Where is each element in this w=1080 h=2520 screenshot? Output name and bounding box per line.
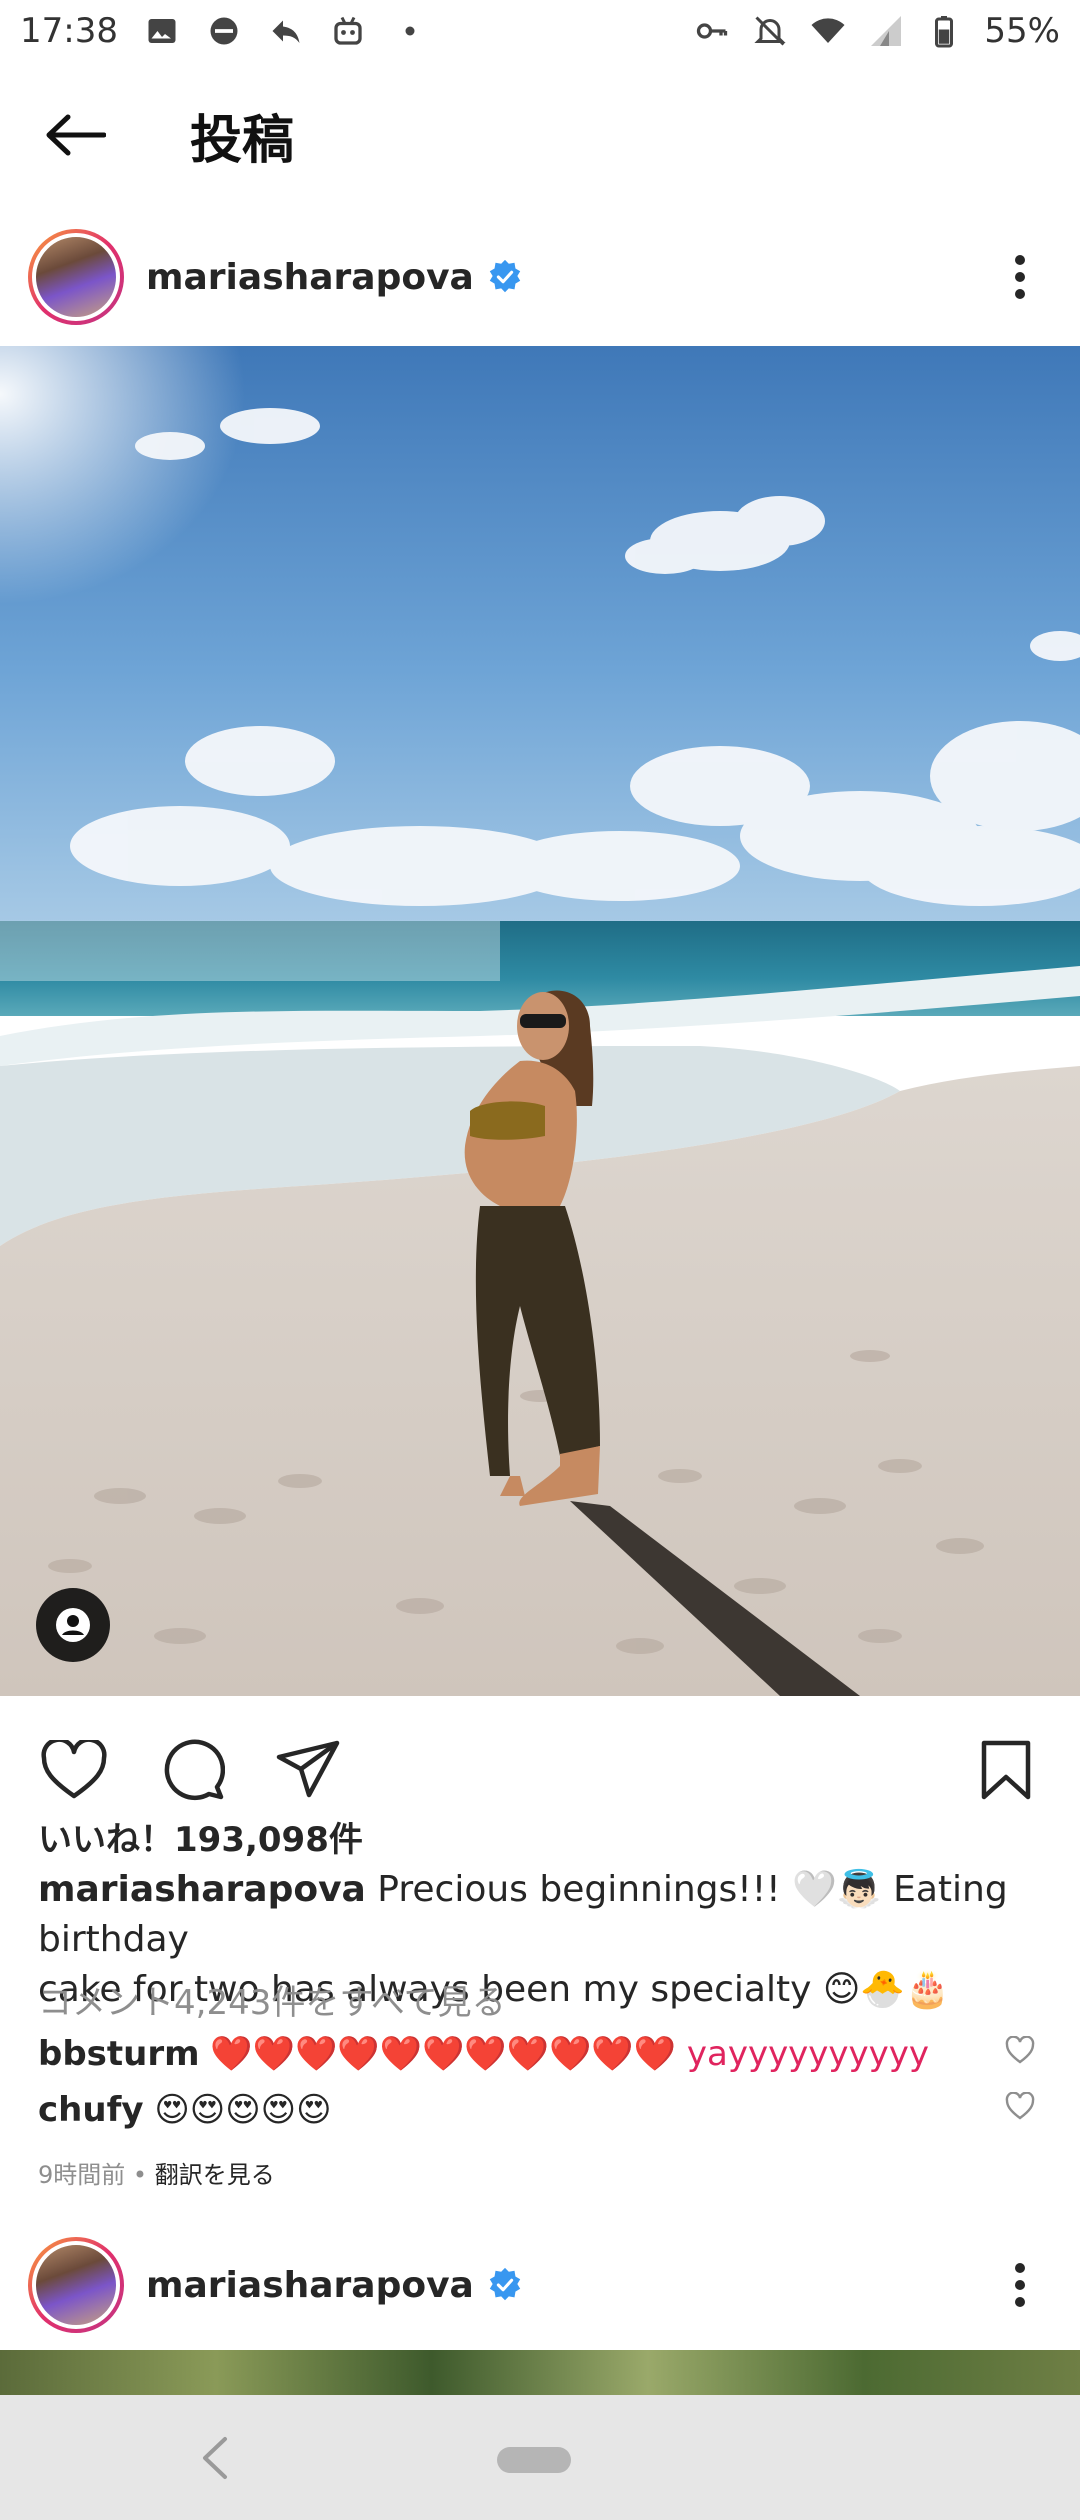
verified-badge-icon — [489, 259, 521, 293]
app-header: 投稿 — [0, 80, 1080, 190]
reply-icon — [268, 13, 304, 49]
heart-outline-icon — [1005, 2092, 1035, 2120]
robot-icon — [330, 13, 366, 49]
status-bar: 17:38 55% — [0, 0, 1080, 62]
view-all-comments-link[interactable]: コメント4,243件をすべて見る — [38, 1975, 506, 2024]
arrow-left-icon — [46, 114, 106, 156]
status-time: 17:38 — [20, 11, 118, 51]
wifi-icon — [810, 13, 846, 49]
bookmark-icon — [981, 1740, 1031, 1800]
comment-like-button[interactable] — [1000, 2086, 1040, 2126]
heart-outline-icon — [1005, 2036, 1035, 2064]
battery-icon — [926, 13, 962, 49]
comment-like-button[interactable] — [1000, 2030, 1040, 2070]
dot-icon — [392, 13, 428, 49]
no-disturb-icon — [206, 13, 242, 49]
more-options-button[interactable] — [1000, 2245, 1040, 2325]
comment-username[interactable]: bbsturm — [38, 2034, 200, 2074]
paper-plane-icon — [276, 1740, 340, 1798]
comment-username[interactable]: chufy — [38, 2090, 144, 2130]
comment-button[interactable] — [152, 1730, 232, 1810]
heart-icon — [41, 1740, 107, 1799]
likes-count[interactable]: いいね！193,098件 — [38, 1812, 363, 1861]
back-button[interactable] — [20, 80, 130, 190]
system-nav-bar — [0, 2395, 1080, 2520]
separator-dot: • — [125, 2161, 155, 2189]
post-username[interactable]: mariasharapova — [146, 2265, 474, 2306]
comment-text: ❤️❤️❤️❤️❤️❤️❤️❤️❤️❤️❤️ yayyyyyyyyyy — [199, 2034, 930, 2074]
tagged-users-button[interactable] — [36, 1588, 110, 1662]
next-post-photo[interactable] — [0, 2350, 1080, 2395]
post-header: mariasharapova — [0, 212, 1080, 342]
more-vertical-icon — [1015, 2263, 1025, 2307]
comment-text: 😍😍😍😍😍 — [143, 2090, 332, 2130]
more-options-button[interactable] — [1000, 237, 1040, 317]
verified-badge-icon — [489, 2267, 521, 2301]
user-tag-icon — [56, 1608, 90, 1642]
post-actions — [0, 1720, 1080, 1820]
signal-icon — [868, 13, 904, 49]
time-ago: 9時間前 — [38, 2161, 126, 2189]
next-post-header: mariasharapova — [0, 2220, 1080, 2350]
nav-home-pill[interactable] — [497, 2447, 571, 2473]
post-username[interactable]: mariasharapova — [146, 257, 474, 298]
comment-icon — [164, 1739, 225, 1801]
nav-back-icon[interactable] — [195, 2435, 235, 2481]
avatar[interactable] — [28, 2237, 124, 2333]
avatar[interactable] — [28, 229, 124, 325]
comment-row: chufy 😍😍😍😍😍 — [38, 2090, 978, 2130]
page-title: 投稿 — [190, 110, 295, 171]
more-vertical-icon — [1015, 255, 1025, 299]
post-timestamp: 9時間前 • 翻訳を見る — [38, 2155, 275, 2190]
save-button[interactable] — [966, 1730, 1046, 1810]
share-button[interactable] — [268, 1730, 348, 1810]
bell-off-icon — [752, 13, 788, 49]
post-photo[interactable] — [0, 346, 1080, 1696]
key-icon — [694, 13, 730, 49]
image-icon — [144, 13, 180, 49]
battery-percent: 55% — [984, 11, 1060, 51]
translate-link[interactable]: 翻訳を見る — [155, 2161, 275, 2189]
caption-username[interactable]: mariasharapova — [38, 1869, 366, 1910]
comment-row: bbsturm ❤️❤️❤️❤️❤️❤️❤️❤️❤️❤️❤️ yayyyyyyy… — [38, 2034, 978, 2074]
like-button[interactable] — [34, 1730, 114, 1810]
